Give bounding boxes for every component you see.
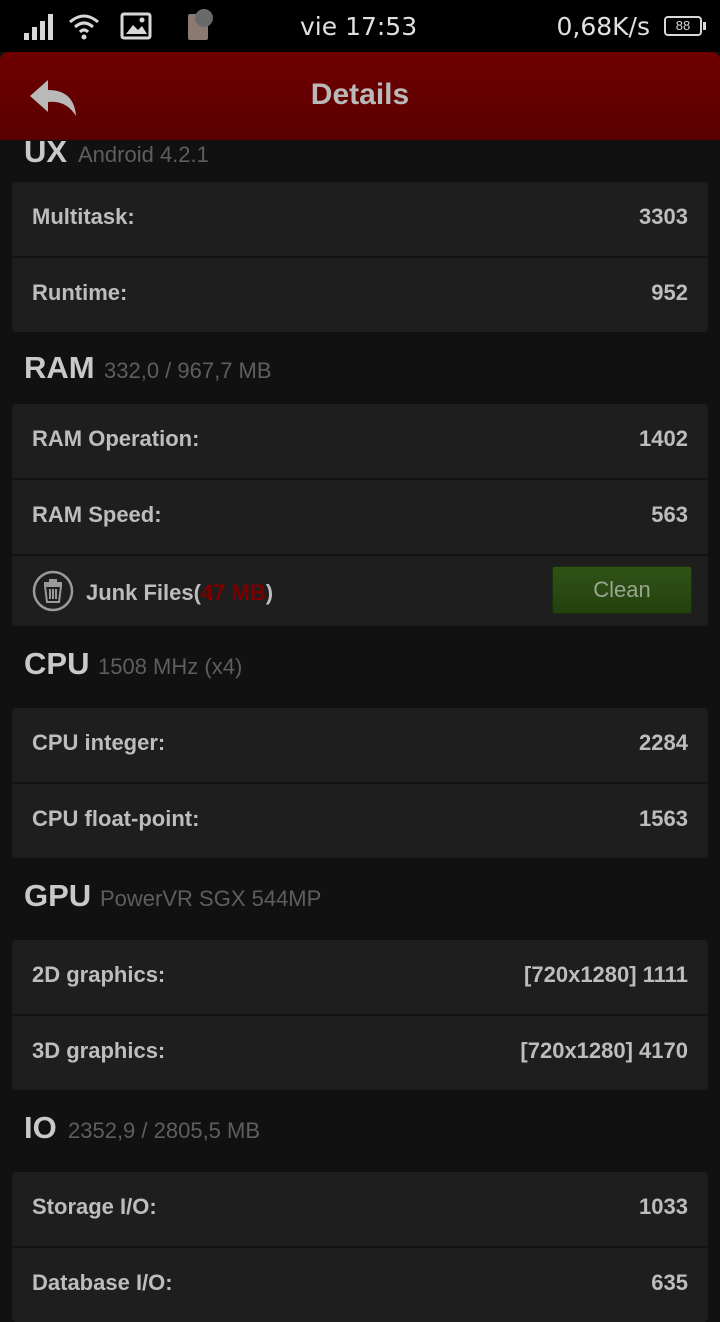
section-title: IO xyxy=(24,1110,57,1145)
section-header-cpu: CPU 1508 MHz (x4) xyxy=(0,640,720,692)
section-subtitle: Android 4.2.1 xyxy=(78,142,209,167)
score-row-ram-speed: RAM Speed: 563 xyxy=(12,480,708,556)
score-label: Database I/O: xyxy=(32,1270,173,1295)
cpu-card: CPU integer: 2284 CPU float-point: 1563 xyxy=(12,708,708,858)
score-label: RAM Operation: xyxy=(32,426,200,451)
app-header: Details xyxy=(0,52,720,140)
io-card: Storage I/O: 1033 Database I/O: 635 xyxy=(12,1172,708,1322)
score-label: Storage I/O: xyxy=(32,1194,157,1219)
clock: vie 17:53 xyxy=(300,12,418,41)
score-row-database-io: Database I/O: 635 xyxy=(12,1248,708,1322)
score-label: Multitask: xyxy=(32,204,135,229)
score-value: 1563 xyxy=(639,806,688,831)
section-subtitle: 1508 MHz (x4) xyxy=(98,654,243,679)
score-value: 635 xyxy=(651,1270,688,1295)
score-value: 563 xyxy=(651,502,688,527)
section-title: UX xyxy=(24,134,68,169)
network-rate: 0,68K/s xyxy=(556,12,650,41)
ux-card: Multitask: 3303 Runtime: 952 xyxy=(12,182,708,332)
section-title: CPU xyxy=(24,646,90,681)
junk-files-row: Junk Files(47 MB) Clean xyxy=(12,556,708,626)
score-label: CPU integer: xyxy=(32,730,166,755)
section-header-gpu: GPU PowerVR SGX 544MP xyxy=(0,872,720,924)
score-value: [720x1280] 1111 xyxy=(524,962,688,987)
score-value: 952 xyxy=(651,280,688,305)
score-row-cpu-integer: CPU integer: 2284 xyxy=(12,708,708,784)
score-row-runtime: Runtime: 952 xyxy=(12,258,708,332)
section-title: RAM xyxy=(24,350,95,385)
score-row-ram-operation: RAM Operation: 1402 xyxy=(12,404,708,480)
score-row-3d-graphics: 3D graphics: [720x1280] 4170 xyxy=(12,1016,708,1090)
score-label: 2D graphics: xyxy=(32,962,166,987)
section-title: GPU xyxy=(24,878,92,913)
page-title: Details xyxy=(310,78,410,111)
details-content[interactable]: UX Android 4.2.1 Multitask: 3303 Runtime… xyxy=(0,134,720,1322)
battery-level: 88 xyxy=(675,18,691,33)
wifi-icon xyxy=(69,14,99,40)
section-subtitle: PowerVR SGX 544MP xyxy=(100,886,322,911)
battery-icon: 88 xyxy=(664,16,706,36)
score-row-storage-io: Storage I/O: 1033 xyxy=(12,1172,708,1248)
score-label: 3D graphics: xyxy=(32,1038,166,1063)
image-notification-icon xyxy=(120,12,152,40)
app-notification-icon xyxy=(188,9,213,40)
junk-files-size: 47 MB xyxy=(200,580,266,605)
status-bar: vie 17:53 0,68K/s 88 xyxy=(0,0,720,52)
section-subtitle: 332,0 / 967,7 MB xyxy=(104,358,272,383)
trash-icon xyxy=(32,570,74,612)
section-header-ux: UX Android 4.2.1 xyxy=(0,128,720,169)
score-row-cpu-float: CPU float-point: 1563 xyxy=(12,784,708,858)
signal-icon xyxy=(24,14,53,40)
section-header-ram: RAM 332,0 / 967,7 MB xyxy=(0,344,720,396)
gpu-card: 2D graphics: [720x1280] 1111 3D graphics… xyxy=(12,940,708,1090)
score-row-multitask: Multitask: 3303 xyxy=(12,182,708,258)
score-value: 3303 xyxy=(639,204,688,229)
score-label: Runtime: xyxy=(32,280,128,305)
score-row-2d-graphics: 2D graphics: [720x1280] 1111 xyxy=(12,940,708,1016)
clean-button[interactable]: Clean xyxy=(552,566,692,614)
score-value: [720x1280] 4170 xyxy=(520,1038,688,1063)
junk-files-label: Junk Files(47 MB) xyxy=(86,580,274,605)
section-subtitle: 2352,9 / 2805,5 MB xyxy=(68,1118,261,1143)
score-label: RAM Speed: xyxy=(32,502,162,527)
score-value: 1402 xyxy=(639,426,688,451)
score-value: 1033 xyxy=(639,1194,688,1219)
score-label: CPU float-point: xyxy=(32,806,200,831)
score-value: 2284 xyxy=(639,730,688,755)
ram-card: RAM Operation: 1402 RAM Speed: 563 Junk … xyxy=(12,404,708,626)
section-header-io: IO 2352,9 / 2805,5 MB xyxy=(0,1104,720,1156)
